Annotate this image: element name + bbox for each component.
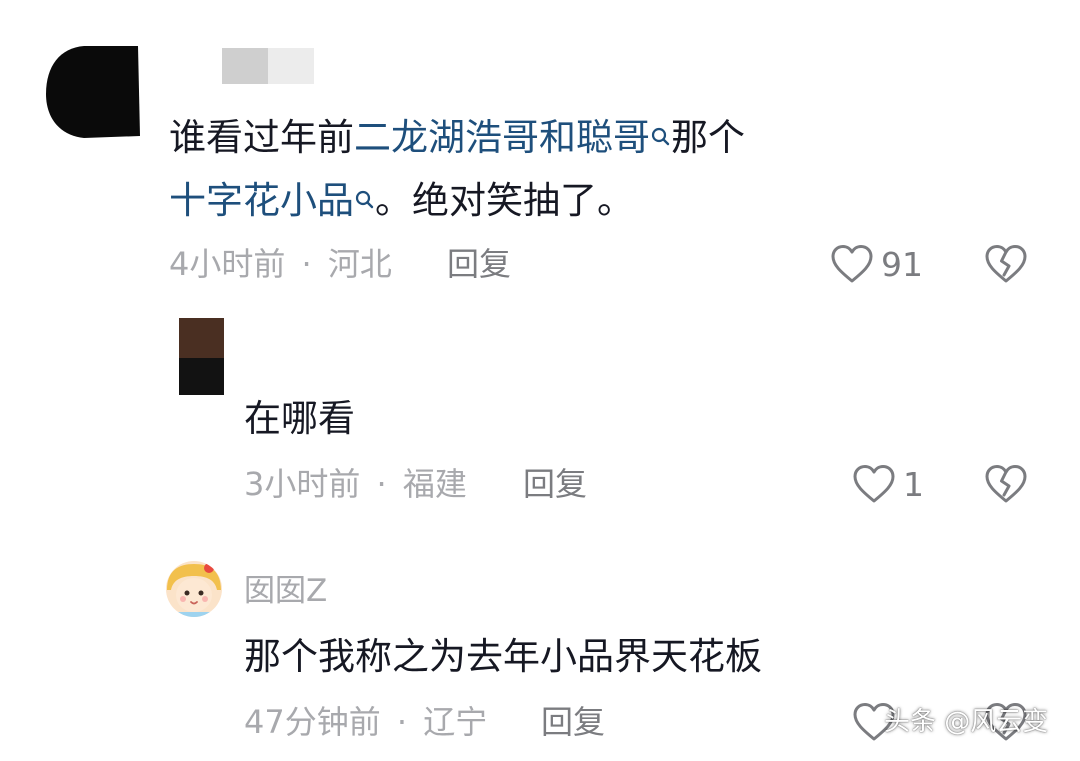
username[interactable]: 囡囡Z [244, 576, 327, 607]
reply-button[interactable]: 回复 [541, 706, 605, 738]
comment-text-line2: 十字花小品 。绝对笑抽了。 [169, 182, 634, 219]
search-icon[interactable] [355, 182, 375, 209]
comment-time: 47分钟前 [244, 703, 381, 741]
search-icon[interactable] [651, 119, 671, 146]
reply-button[interactable]: 回复 [523, 468, 587, 500]
avatar[interactable] [44, 44, 142, 140]
like-count: 91 [881, 245, 923, 284]
keyword-link[interactable]: 十字花小品 [169, 179, 354, 222]
heart-outline-icon [831, 245, 873, 283]
meta-separator: · [396, 703, 408, 741]
avatar[interactable] [165, 560, 223, 618]
reply-button[interactable]: 回复 [447, 248, 511, 280]
comment-text: 那个我称之为去年小品界天花板 [244, 635, 762, 678]
comment-text-line1: 谁看过年前二龙湖浩哥和聪哥 那个 [169, 119, 745, 156]
broken-heart-icon [985, 245, 1027, 283]
like-button[interactable] [852, 464, 896, 504]
comment-meta: 3小时前 · 福建 [244, 468, 467, 500]
comment-text: 在哪看 [244, 397, 355, 440]
meta-separator: · [376, 465, 387, 503]
comment-location: 福建 [402, 465, 467, 503]
comment-time: 3小时前 [244, 465, 361, 503]
like-button[interactable] [830, 244, 874, 284]
keyword-link[interactable]: 二龙湖浩哥和聪哥 [354, 116, 650, 159]
dislike-button[interactable] [984, 464, 1028, 504]
heart-outline-icon [853, 465, 895, 503]
comment-location: 河北 [327, 245, 392, 283]
comment-meta: 47分钟前 · 辽宁 [244, 706, 487, 738]
broken-heart-icon [985, 465, 1027, 503]
dislike-button[interactable] [984, 244, 1028, 284]
username-redacted[interactable] [222, 48, 314, 84]
avatar[interactable] [179, 318, 224, 395]
comment-time: 4小时前 [169, 245, 286, 283]
comment-text-part: 谁看过年前 [169, 116, 354, 159]
reply-comment-1: 在哪看 3小时前 · 福建 回复 1 [0, 300, 1080, 530]
comment-text-part: 那个 [671, 116, 745, 159]
like-count: 1 [903, 465, 924, 504]
comment-location: 辽宁 [423, 703, 488, 741]
comment-1: 谁看过年前二龙湖浩哥和聪哥 那个 十字花小品 。绝对笑抽了。 4小时前 · 河北 回… [0, 0, 1080, 300]
meta-separator: · [301, 245, 312, 283]
comment-meta: 4小时前 · 河北 [169, 248, 392, 280]
comment-text-part: 。绝对笑抽了。 [375, 179, 634, 222]
watermark: 头条 @风云变 [884, 707, 1049, 737]
